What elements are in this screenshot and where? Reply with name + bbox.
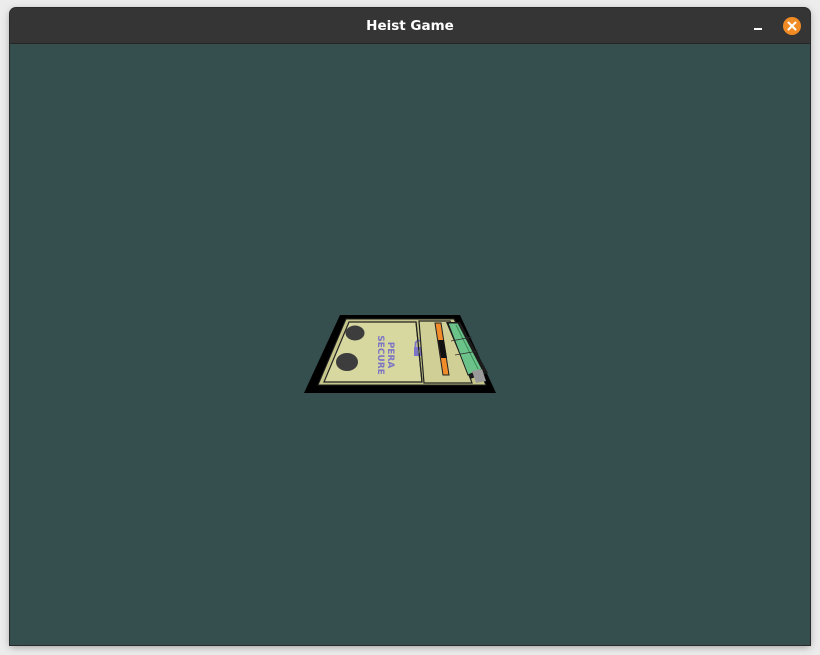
- device-label-line2: SECURE: [375, 335, 385, 375]
- minimize-icon: [754, 28, 762, 30]
- security-device[interactable]: PERA SECURE: [304, 313, 496, 393]
- title-bar[interactable]: Heist Game: [10, 8, 810, 44]
- speaker-bottom-icon: [336, 353, 358, 371]
- app-window: Heist Game PERA SECURE: [10, 8, 810, 645]
- close-icon: [787, 21, 797, 31]
- game-canvas[interactable]: PERA SECURE: [10, 44, 810, 645]
- device-label-line1: PERA: [385, 342, 395, 369]
- minimize-button[interactable]: [748, 16, 768, 36]
- window-title: Heist Game: [366, 18, 454, 34]
- close-button[interactable]: [783, 17, 801, 35]
- speaker-top-icon: [345, 325, 365, 341]
